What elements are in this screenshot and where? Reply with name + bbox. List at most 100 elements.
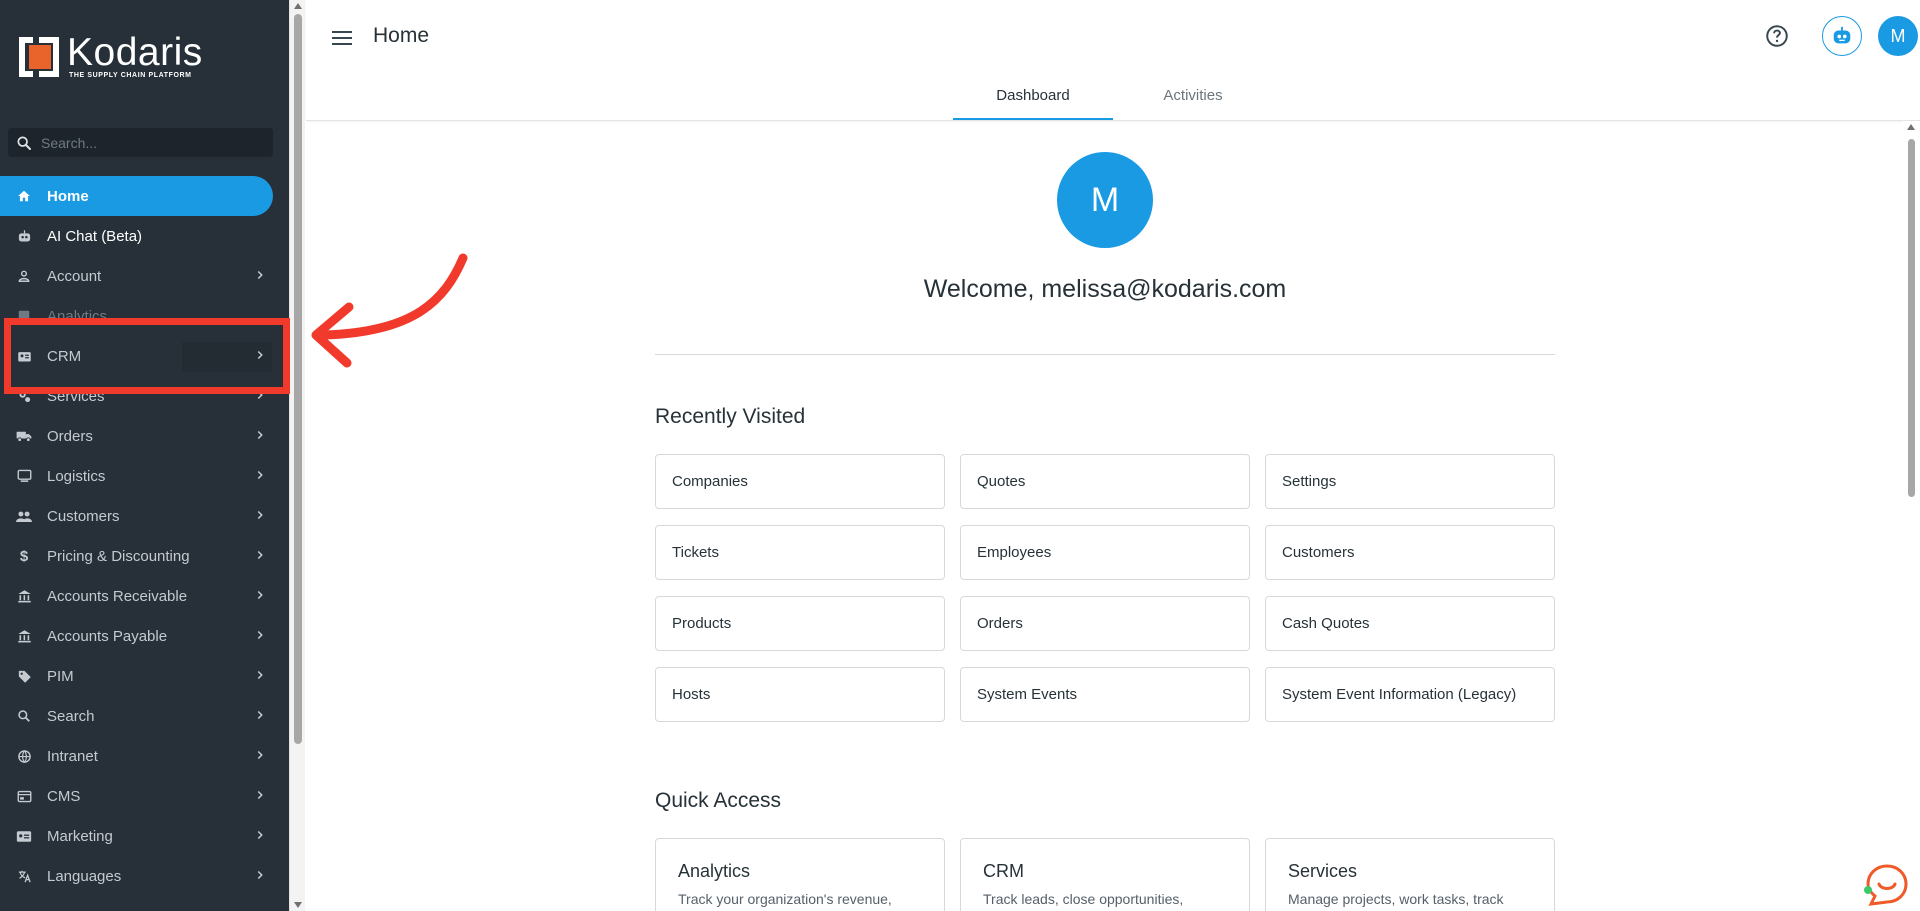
sidebar-item-label: Accounts Receivable	[47, 587, 188, 605]
sidebar-item-cms[interactable]: CMS	[0, 776, 289, 816]
main-scrollbar[interactable]	[1902, 121, 1920, 911]
chat-bubble-icon	[1864, 864, 1908, 906]
recent-item-hosts[interactable]: Hosts	[655, 667, 945, 722]
sidebar-item-label: Languages	[47, 867, 122, 885]
quick-access-title: Quick Access	[655, 789, 782, 812]
recent-item-settings[interactable]: Settings	[1265, 454, 1555, 509]
kodaris-logo[interactable]: Kodaris THE SUPPLY CHAIN PLATFORM	[17, 31, 203, 80]
annotation-arrow-icon	[311, 253, 468, 368]
sidebar-item-label: AI Chat (Beta)	[47, 227, 143, 245]
sidebar-item-label: Account	[47, 267, 102, 285]
robot-icon	[1833, 26, 1851, 44]
sidebar-item-marketing[interactable]: Marketing	[0, 816, 289, 856]
quick-access-crm[interactable]: CRM Track leads, close opportunities,	[960, 838, 1250, 911]
hamburger-icon	[332, 31, 352, 45]
chat-support-button[interactable]	[1863, 862, 1909, 908]
recent-item-products[interactable]: Products	[655, 596, 945, 651]
sidebar-item-intranet[interactable]: Intranet	[0, 736, 289, 776]
chevron-right-icon	[253, 668, 267, 686]
sidebar-item-label: Customers	[47, 507, 120, 525]
chevron-right-icon	[253, 468, 267, 486]
tab-dashboard[interactable]: Dashboard	[953, 78, 1113, 120]
marketing-icon	[16, 828, 32, 844]
translate-icon	[16, 868, 32, 884]
sidebar-item-label: Logistics	[47, 467, 106, 485]
recent-item-tickets[interactable]: Tickets	[655, 525, 945, 580]
scroll-up-icon[interactable]	[1907, 124, 1915, 130]
sidebar-item-label: Orders	[47, 427, 93, 445]
sidebar-item-label: Intranet	[47, 747, 98, 765]
chevron-right-icon	[253, 428, 267, 446]
chevron-right-icon	[253, 508, 267, 526]
quick-access-description: Track leads, close opportunities,	[983, 891, 1184, 907]
sidebar-item-ai-chat[interactable]: AI Chat (Beta)	[0, 216, 289, 256]
help-button[interactable]	[1764, 23, 1790, 54]
recent-item-orders[interactable]: Orders	[960, 596, 1250, 651]
logo-name: Kodaris	[67, 31, 203, 74]
sidebar-item-label: CMS	[47, 787, 81, 805]
profile-avatar: M	[1057, 152, 1153, 248]
sidebar-item-account[interactable]: Account	[0, 256, 289, 296]
sidebar-item-customers[interactable]: Customers	[0, 496, 289, 536]
recent-item-customers[interactable]: Customers	[1265, 525, 1555, 580]
welcome-message: Welcome, melissa@kodaris.com	[923, 275, 1287, 303]
sidebar-search-input[interactable]	[41, 134, 261, 151]
recent-item-system-events[interactable]: System Events	[960, 667, 1250, 722]
chevron-right-icon	[253, 748, 267, 766]
user-avatar-button[interactable]: M	[1878, 16, 1918, 56]
sidebar-item-accounts-receivable[interactable]: Accounts Receivable	[0, 576, 289, 616]
quick-access-services[interactable]: Services Manage projects, work tasks, tr…	[1265, 838, 1555, 911]
sidebar-item-orders[interactable]: Orders	[0, 416, 289, 456]
tab-bar: Dashboard Activities	[953, 78, 1273, 120]
ai-assistant-button[interactable]	[1822, 16, 1862, 56]
sidebar-item-home[interactable]: Home	[0, 176, 273, 216]
sidebar-item-accounts-payable[interactable]: Accounts Payable	[0, 616, 289, 656]
quick-access-analytics[interactable]: Analytics Track your organization's reve…	[655, 838, 945, 911]
sidebar-item-logistics[interactable]: Logistics	[0, 456, 289, 496]
quick-access-title: CRM	[983, 861, 1024, 881]
page-title: Home	[373, 24, 430, 47]
scroll-up-icon[interactable]	[294, 3, 302, 9]
sidebar-item-search[interactable]: Search	[0, 696, 289, 736]
kodaris-logo-icon	[17, 35, 61, 79]
sidebar-item-languages[interactable]: Languages	[0, 856, 289, 896]
menu-button[interactable]	[330, 26, 354, 50]
chevron-right-icon	[253, 788, 267, 806]
quick-access-title: Services	[1288, 861, 1358, 881]
recent-item-system-event-information[interactable]: System Event Information (Legacy)	[1265, 667, 1555, 722]
sidebar-item-label: Accounts Payable	[47, 627, 168, 645]
cms-icon	[16, 788, 32, 804]
chevron-right-icon	[253, 868, 267, 886]
logo-tagline: THE SUPPLY CHAIN PLATFORM	[69, 72, 192, 79]
help-icon	[1766, 25, 1788, 47]
recent-item-quotes[interactable]: Quotes	[960, 454, 1250, 509]
globe-icon	[16, 748, 32, 764]
chevron-right-icon	[253, 708, 267, 726]
sidebar-scrollbar[interactable]	[289, 0, 305, 911]
sidebar-nav: Home AI Chat (Beta) Account Analytics CR…	[0, 176, 289, 896]
chevron-right-icon	[253, 548, 267, 566]
scroll-down-icon[interactable]	[294, 902, 302, 908]
bank-icon	[16, 588, 32, 604]
quick-access-grid: Analytics Track your organization's reve…	[655, 838, 1555, 911]
chevron-right-icon	[253, 828, 267, 846]
sidebar-item-pricing[interactable]: $ Pricing & Discounting	[0, 536, 289, 576]
tag-icon	[16, 668, 32, 684]
sidebar-scroll-thumb[interactable]	[294, 14, 302, 744]
tab-activities[interactable]: Activities	[1113, 78, 1273, 120]
dollar-icon: $	[19, 547, 29, 565]
crm-highlight-box	[4, 318, 290, 394]
sidebar-item-pim[interactable]: PIM	[0, 656, 289, 696]
quick-access-title: Analytics	[678, 861, 751, 881]
recently-visited-title: Recently Visited	[655, 405, 806, 428]
recent-item-companies[interactable]: Companies	[655, 454, 945, 509]
search-icon	[16, 708, 32, 724]
recent-item-cash-quotes[interactable]: Cash Quotes	[1265, 596, 1555, 651]
sidebar-item-label: Marketing	[47, 827, 113, 845]
sidebar-search	[8, 128, 273, 157]
home-icon	[16, 188, 32, 204]
main-scroll-thumb[interactable]	[1908, 139, 1915, 497]
chevron-right-icon	[253, 628, 267, 646]
quick-access-description: Track your organization's revenue,	[678, 891, 892, 907]
recent-item-employees[interactable]: Employees	[960, 525, 1250, 580]
